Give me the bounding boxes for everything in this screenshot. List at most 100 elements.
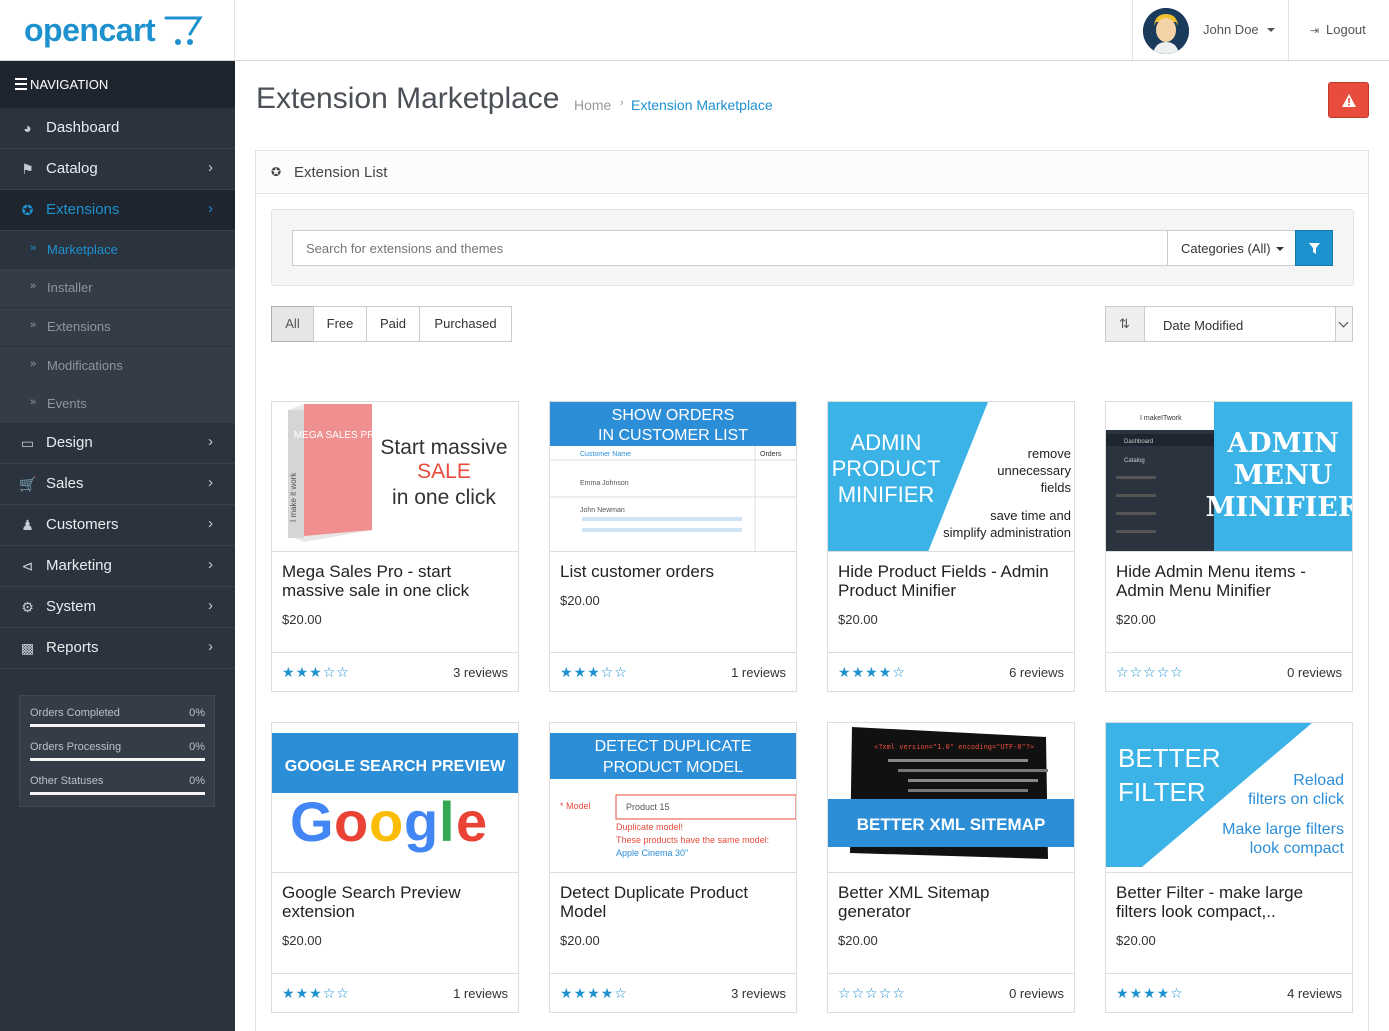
top-header: opencart John Doe ⇥ Logout (0, 0, 1389, 61)
svg-text:Start massive: Start massive (380, 436, 507, 459)
sidebar-item-customers[interactable]: ♟ Customers › (0, 505, 235, 546)
sidebar-item-catalog[interactable]: ⚑ Catalog › (0, 149, 235, 190)
tab-paid[interactable]: Paid (366, 306, 420, 342)
sidebar-subitem-modifications[interactable]: » Modifications (0, 347, 235, 385)
card-footer: ☆☆☆☆☆ 0 reviews (828, 973, 1074, 1012)
extension-card[interactable]: GOOGLE SEARCH PREVIEW G o o g l e Google… (271, 722, 519, 1013)
sort-control: ⇅ Date Modified (1105, 306, 1353, 342)
star-empty-icon: ☆ (600, 664, 615, 680)
star-empty-icon: ☆ (1170, 664, 1184, 680)
extension-card[interactable]: ADMIN PRODUCT MINIFIER remove unnecessar… (827, 401, 1075, 692)
extension-thumbnail[interactable]: BETTER FILTER Reload filters on click Ma… (1106, 723, 1352, 873)
card-footer: ★★★☆☆ 1 reviews (272, 973, 518, 1012)
star-filled-icon: ★ (560, 664, 574, 680)
extension-card[interactable]: MEGA SALES PRO I make it work Start mass… (271, 401, 519, 692)
nav-header-label: NAVIGATION (30, 77, 109, 92)
extension-title[interactable]: List customer orders (560, 562, 788, 581)
extension-price: $20.00 (1116, 612, 1156, 627)
svg-text:Catalog: Catalog (1124, 458, 1145, 464)
sidebar-item-sales[interactable]: 🛒 Sales › (0, 464, 235, 505)
categories-dropdown[interactable]: Categories (All) (1167, 230, 1296, 266)
extension-title[interactable]: Better Filter - make large filters look … (1116, 883, 1344, 921)
svg-text:MINIFIER: MINIFIER (1206, 492, 1352, 523)
sidebar-item-label: Marketing (46, 557, 112, 574)
stat-label: Orders Completed (30, 707, 120, 719)
extension-thumbnail[interactable]: <?xml version="1.0" encoding="UTF-8"?> B… (828, 723, 1074, 873)
svg-text:MINIFIER: MINIFIER (838, 482, 935, 507)
svg-text:I make it work: I make it work (289, 472, 298, 522)
extension-thumbnail[interactable]: ADMIN PRODUCT MINIFIER remove unnecessar… (828, 402, 1074, 552)
extension-card[interactable]: SHOW ORDERS IN CUSTOMER LIST Customer Na… (549, 401, 797, 692)
star-empty-icon: ☆ (878, 985, 893, 1001)
search-input[interactable] (292, 230, 1168, 266)
filter-button[interactable] (1295, 230, 1333, 266)
extension-title[interactable]: Google Search Preview extension (282, 883, 510, 921)
svg-text:look compact: look compact (1250, 840, 1345, 857)
sidebar-item-label: Extensions (46, 201, 120, 218)
svg-text:Dashboard: Dashboard (1124, 439, 1153, 445)
extension-thumbnail[interactable]: SHOW ORDERS IN CUSTOMER LIST Customer Na… (550, 402, 796, 552)
svg-text:l: l (439, 790, 455, 853)
star-filled-icon: ★ (295, 985, 310, 1001)
svg-text:ADMIN: ADMIN (1226, 428, 1339, 459)
sidebar-item-dashboard[interactable]: ◕ Dashboard (0, 108, 235, 149)
extension-title[interactable]: Better XML Sitemap generator (838, 883, 1066, 921)
sidebar-item-extensions[interactable]: ✪ Extensions › (0, 190, 235, 231)
breadcrumb-separator-icon: › (620, 97, 624, 109)
star-filled-icon: ★ (865, 664, 879, 680)
svg-text:<?xml version="1.0" encoding=": <?xml version="1.0" encoding="UTF-8"?> (874, 743, 1034, 751)
star-empty-icon: ☆ (1116, 664, 1130, 680)
extension-title[interactable]: Mega Sales Pro - start massive sale in o… (282, 562, 510, 600)
svg-text:PRODUCT: PRODUCT (832, 456, 941, 481)
extension-thumbnail[interactable]: I makeITwork Dashboard Catalog ADMIN MEN… (1106, 402, 1352, 552)
sidebar-subitem-installer[interactable]: » Installer (0, 269, 235, 307)
breadcrumb-home[interactable]: Home (574, 97, 611, 113)
sidebar-item-design[interactable]: ▭ Design › (0, 423, 235, 464)
chevron-down-icon (1335, 307, 1352, 341)
tab-purchased[interactable]: Purchased (419, 306, 512, 342)
sidebar-subitem-events[interactable]: » Events (0, 385, 235, 423)
star-empty-icon: ☆ (336, 664, 350, 680)
extension-card[interactable]: DETECT DUPLICATE PRODUCT MODEL * Model P… (549, 722, 797, 1013)
extension-title[interactable]: Hide Product Fields - Admin Product Mini… (838, 562, 1066, 600)
tab-free[interactable]: Free (313, 306, 367, 342)
extension-title[interactable]: Hide Admin Menu items - Admin Menu Minif… (1116, 562, 1344, 600)
sidebar-item-marketing[interactable]: ⊲ Marketing › (0, 546, 235, 587)
svg-text:* Model: * Model (560, 801, 591, 811)
svg-text:unnecessary: unnecessary (997, 463, 1071, 478)
tab-all[interactable]: All (271, 306, 314, 342)
extension-title[interactable]: Detect Duplicate Product Model (560, 883, 788, 921)
star-filled-icon: ★ (1116, 985, 1130, 1001)
breadcrumb-current[interactable]: Extension Marketplace (631, 97, 773, 113)
extension-thumbnail[interactable]: MEGA SALES PRO I make it work Start mass… (272, 402, 518, 552)
sidebar-subitem-marketplace[interactable]: » Marketplace (0, 231, 235, 269)
logo-area[interactable]: opencart (0, 0, 235, 60)
svg-text:Make large filters: Make large filters (1222, 821, 1344, 838)
sidebar-subitem-label: Installer (47, 280, 93, 295)
review-count: 4 reviews (1287, 986, 1342, 1001)
user-menu[interactable]: John Doe (1132, 0, 1288, 60)
sidebar-item-reports[interactable]: ▩ Reports › (0, 628, 235, 669)
review-count: 0 reviews (1287, 665, 1342, 680)
star-filled-icon: ★ (282, 664, 296, 680)
logout-button[interactable]: ⇥ Logout (1288, 0, 1389, 60)
sort-icon-button[interactable]: ⇅ (1105, 306, 1145, 342)
extension-card[interactable]: I makeITwork Dashboard Catalog ADMIN MEN… (1105, 401, 1353, 692)
sidebar-subitem-extensions[interactable]: » Extensions (0, 308, 235, 346)
extension-card[interactable]: BETTER FILTER Reload filters on click Ma… (1105, 722, 1353, 1013)
star-empty-icon: ☆ (336, 985, 350, 1001)
star-filled-icon: ★ (282, 985, 296, 1001)
extension-thumbnail[interactable]: DETECT DUPLICATE PRODUCT MODEL * Model P… (550, 723, 796, 873)
rating-stars: ☆☆☆☆☆ (1116, 664, 1184, 681)
search-well: Categories (All) (271, 209, 1354, 286)
warning-button[interactable] (1328, 82, 1369, 118)
extension-card[interactable]: <?xml version="1.0" encoding="UTF-8"?> B… (827, 722, 1075, 1013)
rating-stars: ☆☆☆☆☆ (838, 985, 906, 1002)
sort-select[interactable]: Date Modified (1144, 306, 1353, 342)
extension-price: $20.00 (560, 593, 600, 608)
extension-thumbnail[interactable]: GOOGLE SEARCH PREVIEW G o o g l e (272, 723, 518, 873)
star-filled-icon: ★ (560, 985, 574, 1001)
sidebar-item-system[interactable]: ⚙ System › (0, 587, 235, 628)
order-stats: Orders Completed 0% Orders Processing 0%… (19, 695, 215, 807)
svg-text:remove: remove (1028, 446, 1071, 461)
